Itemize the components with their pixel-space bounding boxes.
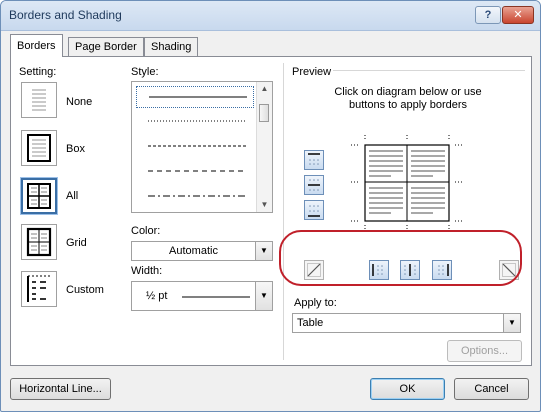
setting-all-icon[interactable]: [21, 178, 57, 214]
color-dropdown[interactable]: Automatic ▼: [131, 241, 273, 261]
horizontal-line-button[interactable]: Horizontal Line...: [10, 378, 111, 400]
preview-diagram[interactable]: [351, 135, 463, 231]
tab-borders-label: Borders: [17, 40, 56, 52]
help-button[interactable]: ?: [475, 6, 501, 24]
tab-page-border[interactable]: Page Border: [68, 37, 144, 56]
setting-label: Setting:: [19, 66, 57, 78]
style-option-dash-dot[interactable]: [136, 186, 254, 208]
setting-none-icon[interactable]: [21, 82, 57, 118]
color-label: Color:: [131, 225, 161, 237]
setting-custom-label[interactable]: Custom: [66, 284, 104, 296]
ok-button[interactable]: OK: [370, 378, 445, 400]
width-label: Width:: [131, 265, 163, 277]
scroll-up-icon[interactable]: ▲: [259, 84, 270, 94]
highlight-annotation-oval: [279, 230, 522, 286]
top-border-button[interactable]: [304, 150, 324, 170]
setting-grid-icon[interactable]: [21, 224, 57, 260]
setting-none-label[interactable]: None: [66, 96, 92, 108]
style-option-solid[interactable]: [136, 86, 254, 108]
setting-box-label[interactable]: Box: [66, 143, 85, 155]
tab-shading[interactable]: Shading: [144, 37, 199, 56]
width-dropdown[interactable]: ½ pt ▼: [131, 281, 273, 311]
options-button[interactable]: Options...: [447, 340, 522, 362]
tab-page-border-label: Page Border: [75, 41, 137, 53]
setting-custom-icon[interactable]: [21, 271, 57, 307]
setting-all-label[interactable]: All: [66, 190, 78, 202]
apply-to-label: Apply to:: [294, 297, 337, 309]
width-value: ½ pt: [146, 290, 168, 302]
setting-box-icon[interactable]: [21, 130, 57, 166]
setting-grid-label[interactable]: Grid: [66, 237, 87, 249]
style-option-dashed-large[interactable]: [136, 161, 254, 183]
title-bar: Borders and Shading ? ✕: [1, 1, 540, 31]
style-scrollbar[interactable]: ▲ ▼: [256, 82, 272, 212]
color-dropdown-arrow-icon[interactable]: ▼: [255, 242, 272, 260]
apply-to-dropdown[interactable]: Table ▼: [292, 313, 521, 333]
inside-horizontal-border-button[interactable]: [304, 175, 324, 195]
style-option-dashed-small[interactable]: [136, 136, 254, 158]
scroll-thumb[interactable]: [259, 104, 269, 122]
cancel-button[interactable]: Cancel: [454, 378, 529, 400]
width-dropdown-arrow-icon[interactable]: ▼: [255, 282, 272, 310]
apply-to-dropdown-arrow-icon[interactable]: ▼: [503, 314, 520, 332]
preview-separator: [333, 70, 525, 71]
dialog-title: Borders and Shading: [9, 8, 122, 22]
close-button[interactable]: ✕: [502, 6, 534, 24]
scroll-down-icon[interactable]: ▼: [259, 200, 270, 210]
bottom-border-button[interactable]: [304, 200, 324, 220]
preview-label: Preview: [292, 66, 332, 78]
borders-tab-panel: Setting: None Box All Grid Custom Style:…: [10, 56, 532, 366]
tab-shading-label: Shading: [151, 41, 192, 53]
column-divider: [283, 63, 284, 360]
apply-to-value: Table: [297, 317, 324, 329]
style-listbox[interactable]: ▲ ▼: [131, 81, 273, 213]
tab-borders[interactable]: Borders: [10, 34, 63, 57]
borders-and-shading-dialog: Borders and Shading ? ✕ Borders Page Bor…: [0, 0, 541, 412]
color-value: Automatic: [169, 245, 218, 257]
preview-instruction: Click on diagram below or use buttons to…: [334, 86, 482, 111]
style-option-dotted[interactable]: [136, 111, 254, 133]
style-label: Style:: [131, 66, 159, 78]
